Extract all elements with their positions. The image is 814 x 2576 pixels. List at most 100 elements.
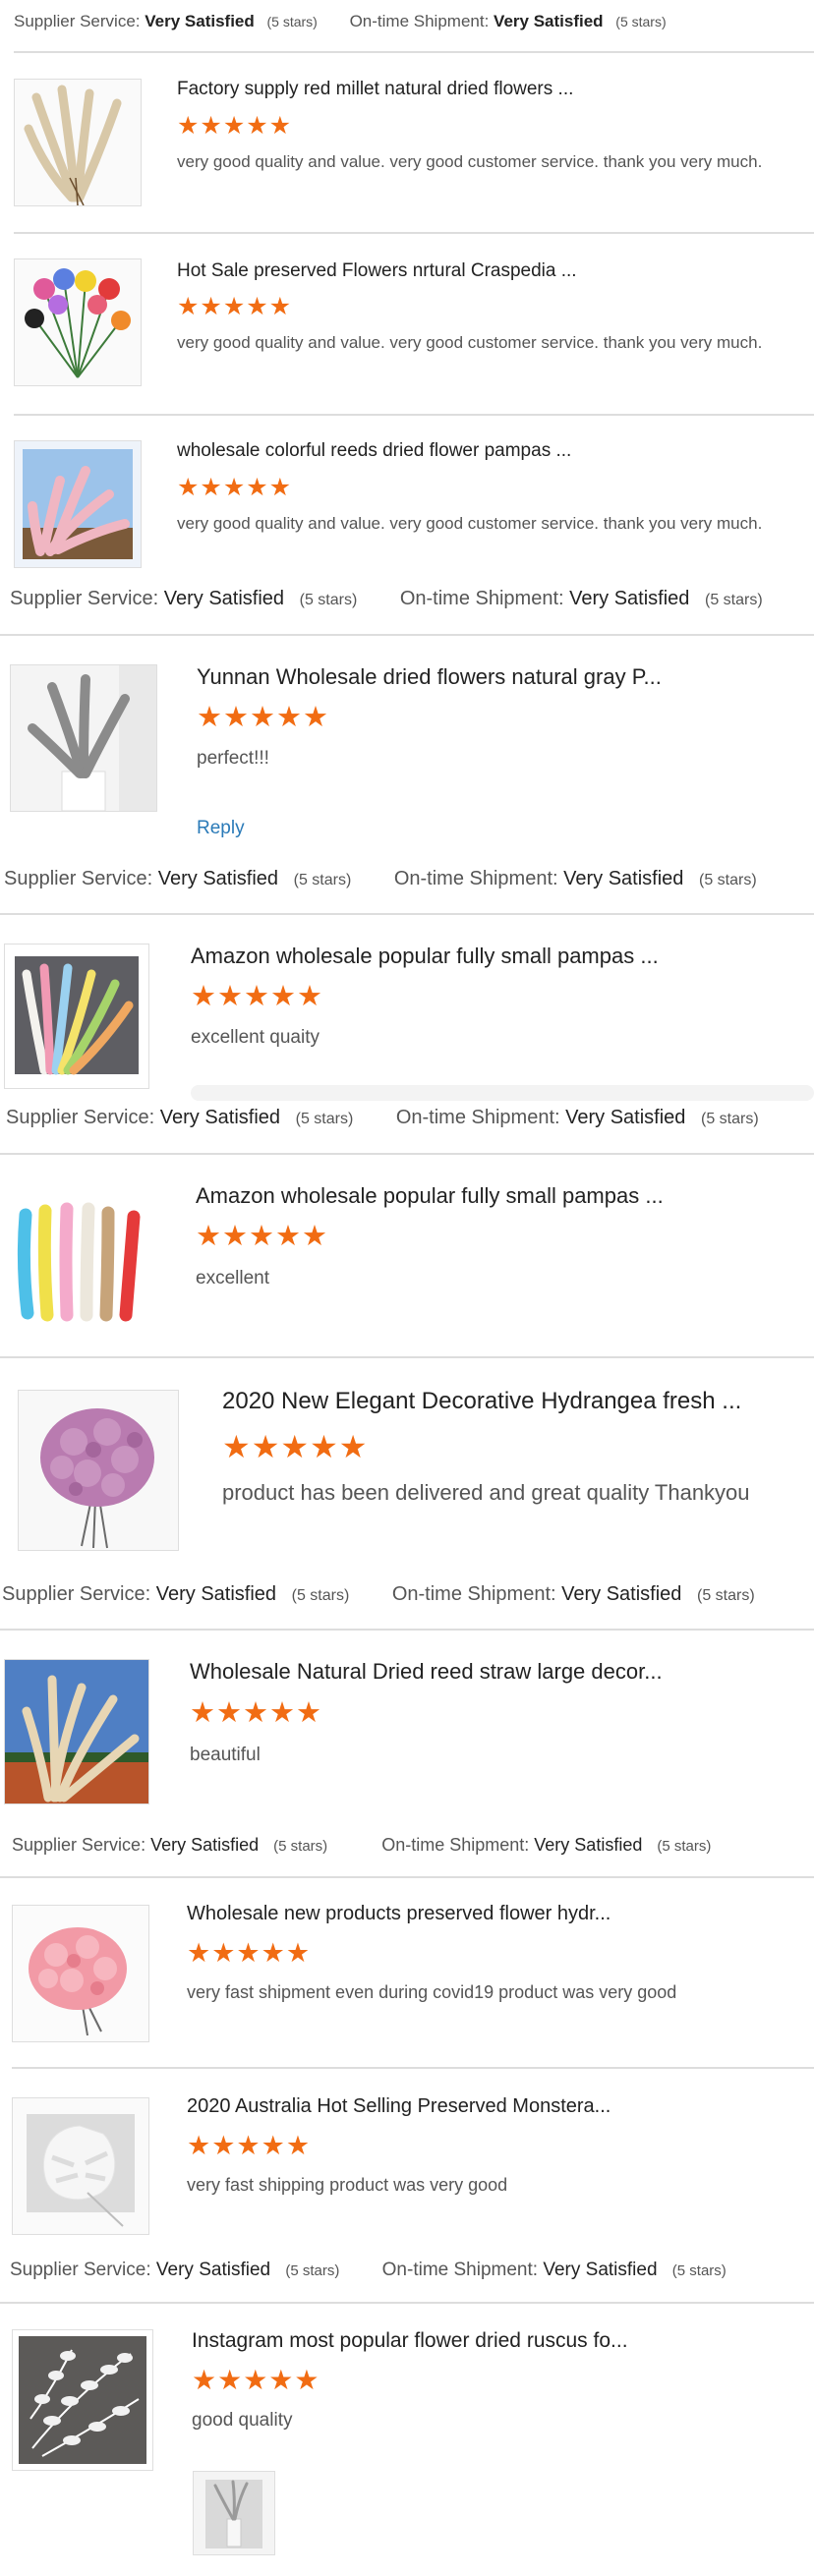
review-comment: very fast shipping product was very good xyxy=(187,2175,508,2195)
product-thumbnail[interactable] xyxy=(4,1659,149,1804)
ontime-shipment-value: Very Satisfied xyxy=(561,1583,682,1605)
reed-field-image xyxy=(5,1660,148,1803)
product-thumbnail[interactable] xyxy=(14,440,142,568)
divider xyxy=(0,2302,814,2304)
pampas-beige-image xyxy=(15,80,141,205)
supplier-service-value: Very Satisfied xyxy=(159,1107,281,1128)
supplier-rating-row: Supplier Service: Very Satisfied (5 star… xyxy=(2,1583,814,1606)
supplier-service-label: Supplier Service: xyxy=(10,588,159,609)
supplier-service-value: Very Satisfied xyxy=(163,588,285,609)
ontime-shipment-stars: (5 stars) xyxy=(699,872,757,888)
supplier-service-value: Very Satisfied xyxy=(155,2260,271,2280)
divider xyxy=(14,51,814,53)
rating-stars: ★★★★★ xyxy=(196,1221,328,1252)
product-thumbnail[interactable] xyxy=(10,664,157,812)
rating-stars: ★★★★★ xyxy=(190,1697,322,1729)
review-comment: very good quality and value. very good c… xyxy=(177,333,763,352)
supplier-service-stars: (5 stars) xyxy=(285,2262,340,2279)
vase-flower-image xyxy=(194,2472,274,2554)
pampas-rainbow-image xyxy=(6,1185,155,1331)
supplier-service-value: Very Satisfied xyxy=(155,1583,277,1605)
supplier-service-label: Supplier Service: xyxy=(12,1835,146,1855)
product-title[interactable]: Wholesale new products preserved flower … xyxy=(187,1903,610,1925)
product-title[interactable]: Amazon wholesale popular fully small pam… xyxy=(196,1183,664,1209)
pampas-colorful-image xyxy=(5,945,148,1088)
ontime-shipment-stars: (5 stars) xyxy=(615,14,667,29)
rating-stars: ★★★★★ xyxy=(177,474,293,501)
product-thumbnail[interactable] xyxy=(14,79,142,206)
rating-stars: ★★★★★ xyxy=(191,981,323,1012)
review-comment: excellent quaity xyxy=(191,1027,320,1048)
supplier-service-value: Very Satisfied xyxy=(157,868,279,889)
review-comment: very fast shipment even during covid19 p… xyxy=(187,1982,677,2002)
supplier-rating-row: Supplier Service: Very Satisfied (5 star… xyxy=(10,2260,814,2281)
product-title[interactable]: Instagram most popular flower dried rusc… xyxy=(192,2329,628,2353)
product-thumbnail[interactable] xyxy=(14,258,142,386)
supplier-service-label: Supplier Service: xyxy=(4,868,153,889)
product-thumbnail[interactable] xyxy=(12,2097,149,2235)
supplier-service-label: Supplier Service: xyxy=(10,2260,151,2280)
supplier-service-stars: (5 stars) xyxy=(299,592,358,608)
reply-link[interactable]: Reply xyxy=(197,818,245,839)
supplier-service-value: Very Satisfied xyxy=(145,12,255,30)
pampas-pink-image xyxy=(15,441,141,567)
product-title[interactable]: 2020 Australia Hot Selling Preserved Mon… xyxy=(187,2095,610,2118)
product-thumbnail[interactable] xyxy=(4,944,149,1089)
review-comment: perfect!!! xyxy=(197,748,269,769)
review-comment: beautiful xyxy=(190,1745,261,1765)
supplier-service-stars: (5 stars) xyxy=(266,14,318,29)
supplier-service-stars: (5 stars) xyxy=(273,1838,328,1855)
supplier-service-stars: (5 stars) xyxy=(293,872,352,888)
divider xyxy=(0,913,814,915)
divider xyxy=(14,414,814,416)
rating-stars: ★★★★★ xyxy=(177,112,293,140)
ontime-shipment-stars: (5 stars) xyxy=(671,2262,727,2279)
product-thumbnail[interactable] xyxy=(12,2329,153,2471)
ontime-shipment-stars: (5 stars) xyxy=(657,1838,712,1855)
ontime-shipment-value: Very Satisfied xyxy=(565,1107,686,1128)
product-title[interactable]: Yunnan Wholesale dried flowers natural g… xyxy=(197,664,662,690)
ontime-shipment-stars: (5 stars) xyxy=(705,592,763,608)
supplier-service-stars: (5 stars) xyxy=(295,1111,354,1127)
ontime-shipment-label: On-time Shipment: xyxy=(391,1583,556,1605)
rating-stars: ★★★★★ xyxy=(192,2365,320,2395)
rating-stars: ★★★★★ xyxy=(222,1429,369,1464)
attached-review-photo[interactable] xyxy=(193,2471,275,2555)
ontime-shipment-label: On-time Shipment: xyxy=(393,868,558,889)
ontime-shipment-label: On-time Shipment: xyxy=(381,2260,539,2280)
supplier-service-label: Supplier Service: xyxy=(2,1583,151,1605)
product-title[interactable]: Factory supply red millet natural dried … xyxy=(177,79,573,100)
product-thumbnail[interactable] xyxy=(18,1390,179,1551)
product-title[interactable]: Hot Sale preserved Flowers nrtural Crasp… xyxy=(177,260,577,282)
ontime-shipment-stars: (5 stars) xyxy=(697,1587,755,1604)
supplier-service-stars: (5 stars) xyxy=(291,1587,350,1604)
rating-stars: ★★★★★ xyxy=(197,702,329,733)
divider xyxy=(0,1356,814,1358)
supplier-rating-row: Supplier Service: Very Satisfied (5 star… xyxy=(10,588,814,610)
monstera-white-image xyxy=(13,2098,148,2234)
supplier-rating-row: Supplier Service: Very Satisfied (5 star… xyxy=(6,1107,814,1129)
horizontal-scrollbar[interactable] xyxy=(191,1085,814,1101)
rating-stars: ★★★★★ xyxy=(177,293,293,320)
product-thumbnail[interactable] xyxy=(6,1185,155,1331)
ontime-shipment-value: Very Satisfied xyxy=(563,868,684,889)
product-title[interactable]: 2020 New Elegant Decorative Hydrangea fr… xyxy=(222,1388,741,1415)
divider xyxy=(0,1629,814,1631)
supplier-rating-row: Supplier Service: Very Satisfied (5 star… xyxy=(12,1835,814,1856)
divider xyxy=(0,1153,814,1155)
divider xyxy=(14,232,814,234)
supplier-service-label: Supplier Service: xyxy=(6,1107,155,1128)
review-comment: very good quality and value. very good c… xyxy=(177,152,763,171)
craspedia-balls-image xyxy=(15,259,141,385)
ontime-shipment-value: Very Satisfied xyxy=(534,1835,643,1855)
review-comment: good quality xyxy=(192,2410,293,2431)
ontime-shipment-label: On-time Shipment: xyxy=(349,12,490,30)
pampas-gray-image xyxy=(11,665,156,811)
review-comment: product has been delivered and great qua… xyxy=(222,1480,750,1505)
product-title[interactable]: Wholesale Natural Dried reed straw large… xyxy=(190,1659,663,1685)
product-title[interactable]: wholesale colorful reeds dried flower pa… xyxy=(177,440,571,462)
ontime-shipment-value: Very Satisfied xyxy=(569,588,690,609)
rating-stars: ★★★★★ xyxy=(187,2131,312,2160)
product-thumbnail[interactable] xyxy=(12,1905,149,2042)
product-title[interactable]: Amazon wholesale popular fully small pam… xyxy=(191,944,659,969)
